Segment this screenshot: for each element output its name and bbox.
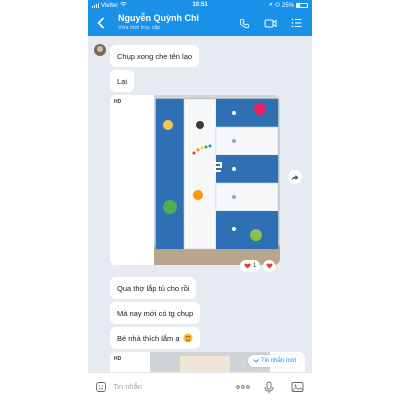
- video-icon: [264, 19, 276, 27]
- more-button[interactable]: [236, 380, 250, 394]
- reaction-count: 1: [253, 263, 257, 269]
- call-button[interactable]: [236, 15, 252, 31]
- message-text: Mà nay mới có tg chụp: [117, 308, 194, 318]
- heart-icon: [266, 263, 273, 269]
- image-button[interactable]: [290, 380, 304, 394]
- heart-eyes-emoji-icon: [183, 333, 193, 343]
- photo-message[interactable]: HD: [110, 95, 280, 265]
- image-icon: [291, 382, 303, 392]
- react-button[interactable]: [263, 260, 276, 272]
- message-text: Bé nhà thích lắm ạ: [117, 333, 180, 343]
- new-messages-label: Tin nhắn mới: [261, 358, 297, 364]
- message-input[interactable]: Tin nhắn: [113, 382, 142, 391]
- reactions: 1: [240, 260, 276, 272]
- chevron-left-icon: [97, 17, 105, 29]
- message-text: Chụp xong che tên lạo: [117, 51, 193, 61]
- emoji-icon: [96, 382, 106, 392]
- message-bubble[interactable]: Qua thợ lắp tủ cho rồi: [110, 277, 197, 299]
- chat-header: Nguyễn Quỳnh Chi Vừa mới truy cập: [88, 10, 312, 36]
- avatar[interactable]: [94, 44, 106, 56]
- battery-percent: 25%: [281, 2, 294, 9]
- chevron-down-icon: [253, 359, 259, 363]
- share-icon: [291, 174, 299, 180]
- reaction-summary[interactable]: 1: [240, 260, 261, 272]
- message-input-bar: Tin nhắn: [88, 372, 312, 400]
- alarm-icon: [275, 2, 280, 9]
- wardrobe-photo: [110, 95, 280, 265]
- more-icon: [236, 385, 250, 389]
- hd-badge: HD: [114, 99, 122, 105]
- contact-name[interactable]: Nguyễn Quỳnh Chi: [118, 13, 199, 23]
- video-call-button[interactable]: [262, 15, 278, 31]
- back-button[interactable]: [94, 15, 108, 31]
- message-bubble[interactable]: Chụp xong che tên lạo: [110, 45, 200, 67]
- heart-icon: [244, 263, 251, 269]
- new-messages-pill[interactable]: Tin nhắn mới: [248, 355, 302, 367]
- mic-icon: [264, 381, 274, 393]
- mic-button[interactable]: [262, 380, 276, 394]
- message-text: Lại: [117, 76, 128, 86]
- list-icon: [291, 18, 301, 28]
- message-bubble[interactable]: Mà nay mới có tg chụp: [110, 302, 201, 324]
- emoji-button[interactable]: [94, 380, 108, 394]
- message-text: Qua thợ lắp tủ cho rồi: [117, 283, 190, 293]
- message-bubble[interactable]: Bé nhà thích lắm ạ: [110, 327, 200, 349]
- chat-screen: Viettel 10:51 25% Nguyễn Quỳnh Chi Vừa m…: [88, 0, 312, 400]
- status-bar: Viettel 10:51 25%: [88, 0, 312, 10]
- share-button[interactable]: [288, 170, 302, 184]
- message-bubble[interactable]: Lại: [110, 70, 135, 92]
- location-icon: [268, 2, 273, 9]
- presence-status: Vừa mới truy cập: [118, 25, 161, 31]
- status-right: 25%: [268, 2, 308, 9]
- menu-button[interactable]: [288, 15, 304, 31]
- battery-icon: [296, 3, 308, 8]
- hd-badge: HD: [114, 356, 122, 362]
- phone-icon: [239, 18, 249, 28]
